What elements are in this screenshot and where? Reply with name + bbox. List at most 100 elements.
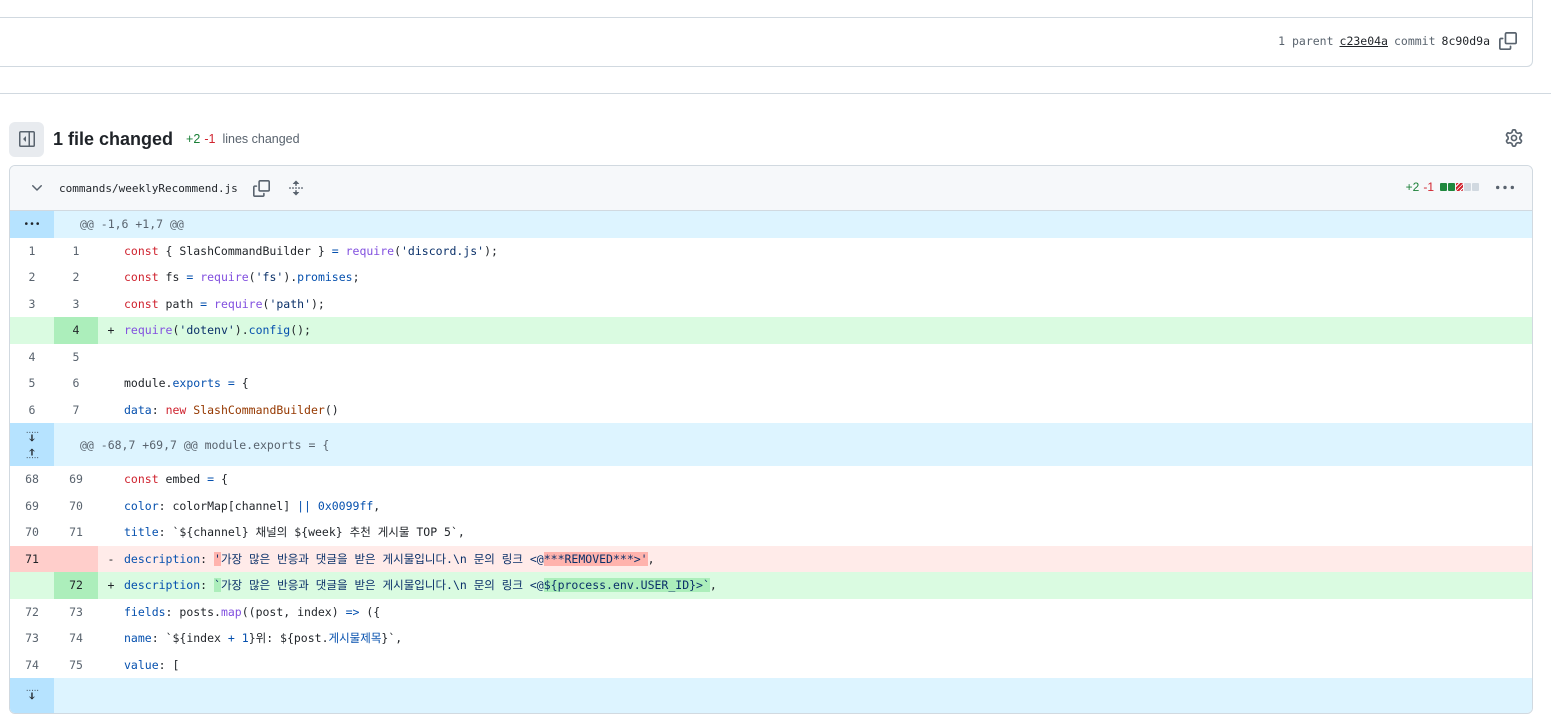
line-marker	[98, 370, 124, 397]
new-line-number[interactable]	[54, 545, 98, 572]
line-marker	[98, 625, 124, 652]
diff-line-added: 4 + require('dotenv'). config ();	[10, 317, 1532, 344]
old-line-number[interactable]: 68	[10, 466, 54, 493]
new-line-number[interactable]: 70	[54, 493, 98, 520]
expand-hunk-button[interactable]	[10, 211, 54, 238]
diff-line: 4 5	[10, 344, 1532, 371]
expand-down-button[interactable]	[25, 431, 39, 445]
line-code: description: ' 가장 많은 반응과 댓글을 받은 게시물입니다.\n…	[124, 545, 1532, 572]
diffstat-block-added	[1440, 183, 1447, 191]
line-marker: -	[98, 545, 124, 572]
old-line-number[interactable]: 71	[10, 545, 54, 572]
diff-summary: 1 file changed +2 -1 lines changed	[9, 121, 1529, 157]
fold-icon	[288, 180, 303, 196]
line-marker	[98, 397, 124, 424]
new-line-number[interactable]: 7	[54, 397, 98, 424]
diff-line-deleted: 71 - description: ' 가장 많은 반응과 댓글을 받은 게시물입…	[10, 545, 1532, 572]
diff-line: 70 71 title: `${channel} 채널의 ${week} 추천 …	[10, 519, 1532, 546]
diff-line: 68 69 const embed = {	[10, 466, 1532, 493]
copy-sha-button[interactable]	[1498, 31, 1518, 51]
new-line-number[interactable]: 73	[54, 599, 98, 626]
old-line-number[interactable]: 5	[10, 370, 54, 397]
line-code: title: `${channel} 채널의 ${week} 추천 게시물 TO…	[124, 525, 465, 540]
hunk-header: @@ -68,7 +69,7 @@ module.exports = {	[10, 423, 1532, 466]
collapse-file-button[interactable]	[29, 180, 45, 196]
expand-hunk-controls	[10, 423, 54, 466]
line-marker	[98, 291, 124, 318]
diff-line: 2 2 const fs = require('fs'). promises;	[10, 264, 1532, 291]
parent-sha-link[interactable]: c23e04a	[1340, 34, 1388, 48]
file-diff: commands/weeklyRecommend.js +2 -1 @@ -1,…	[9, 165, 1533, 714]
old-line-number[interactable]: 3	[10, 291, 54, 318]
diffstat-block-added	[1448, 183, 1455, 191]
line-code: require('dotenv'). config ();	[124, 317, 1532, 344]
copy-icon	[253, 179, 271, 197]
line-marker	[98, 238, 124, 265]
line-code: color: colorMap[channel] || 0x0099ff,	[124, 498, 381, 513]
diff-settings-button[interactable]	[1505, 129, 1525, 149]
line-code: description: ` 가장 많은 반응과 댓글을 받은 게시물입니다.\n…	[124, 572, 1532, 599]
new-line-number[interactable]: 1	[54, 238, 98, 265]
old-line-number[interactable]: 73	[10, 625, 54, 652]
line-marker	[98, 599, 124, 626]
diff-line: 6 7 data: new SlashCommandBuilder()	[10, 397, 1532, 424]
old-line-number[interactable]: 74	[10, 652, 54, 679]
new-line-number[interactable]: 6	[54, 370, 98, 397]
expand-down-button[interactable]	[10, 678, 54, 713]
new-line-number[interactable]: 5	[54, 344, 98, 371]
expand-all-button[interactable]	[286, 178, 306, 198]
summary-deletions: -1	[204, 132, 216, 146]
new-line-number[interactable]: 69	[54, 466, 98, 493]
line-marker: +	[98, 317, 124, 344]
diffstat-block-neutral	[1472, 183, 1479, 191]
page-separator	[0, 93, 1551, 94]
old-line-number[interactable]	[10, 572, 54, 599]
file-diffstat: +2 -1	[1406, 180, 1480, 194]
new-line-number[interactable]: 3	[54, 291, 98, 318]
hunk-footer	[10, 678, 1532, 713]
new-line-number[interactable]: 72	[54, 572, 98, 599]
diff-line: 3 3 const path = require('path');	[10, 291, 1532, 318]
new-line-number[interactable]: 2	[54, 264, 98, 291]
diff-line: 73 74 name: `${index + 1}위: ${post. 게시물제목…	[10, 625, 1532, 652]
old-line-number[interactable]: 70	[10, 519, 54, 546]
new-line-number[interactable]: 4	[54, 317, 98, 344]
expand-down-icon	[26, 431, 39, 442]
file-path-link[interactable]: commands/weeklyRecommend.js	[59, 182, 238, 195]
new-line-number[interactable]: 74	[54, 625, 98, 652]
file-header: commands/weeklyRecommend.js +2 -1	[10, 166, 1532, 211]
new-line-number[interactable]: 71	[54, 519, 98, 546]
old-line-number[interactable]: 1	[10, 238, 54, 265]
copy-file-path-button[interactable]	[252, 178, 272, 198]
line-marker	[98, 652, 124, 679]
new-line-number[interactable]: 75	[54, 652, 98, 679]
old-line-number[interactable]: 4	[10, 344, 54, 371]
kebab-horizontal-icon	[25, 222, 39, 226]
expand-down-icon	[26, 689, 39, 700]
chevron-down-icon	[32, 185, 42, 191]
old-line-number[interactable]: 2	[10, 264, 54, 291]
old-line-number[interactable]	[10, 317, 54, 344]
diff-line: 72 73 fields: posts. map ((post, index) =>…	[10, 599, 1532, 626]
old-line-number[interactable]: 6	[10, 397, 54, 424]
line-code: name: `${index + 1}위: ${post. 게시물제목}`,	[124, 631, 403, 646]
line-code: const path = require('path');	[124, 296, 325, 311]
line-code: value: [	[124, 657, 180, 672]
old-line-number[interactable]: 69	[10, 493, 54, 520]
copy-icon	[1499, 32, 1517, 50]
old-line-number[interactable]: 72	[10, 599, 54, 626]
line-marker	[98, 264, 124, 291]
commit-sha: 8c90d9a	[1441, 34, 1490, 48]
diff-line-added: 72 + description: ` 가장 많은 반응과 댓글을 받은 게시물입…	[10, 572, 1532, 599]
commit-header-divider	[0, 17, 1532, 18]
gear-icon	[1505, 129, 1523, 147]
diff-body: @@ -1,6 +1,7 @@ 1 1 const { SlashCommand…	[10, 211, 1532, 713]
file-tree-toggle-button[interactable]	[9, 121, 44, 157]
diff-line: 5 6 module. exports = {	[10, 370, 1532, 397]
diff-line: 1 1 const { SlashCommandBuilder } = requ…	[10, 238, 1532, 265]
file-options-button[interactable]	[1496, 179, 1516, 199]
line-marker: +	[98, 572, 124, 599]
expand-up-button[interactable]	[25, 445, 39, 459]
line-code: const { SlashCommandBuilder } = require(…	[124, 243, 498, 258]
